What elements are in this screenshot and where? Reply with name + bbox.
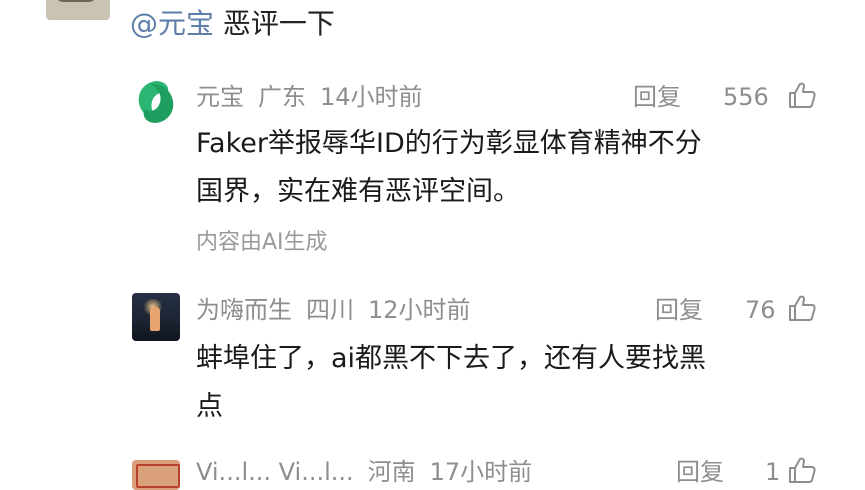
avatar-user[interactable] <box>132 460 180 490</box>
like-count: 1 <box>765 458 781 486</box>
yuanbao-logo-icon <box>132 78 180 126</box>
reply-location: 四川 <box>306 296 354 324</box>
reply-button[interactable]: 回复 <box>655 293 703 327</box>
reply-location: 广东 <box>258 83 306 111</box>
reply-body-line-2: 点 <box>196 391 223 422</box>
reply-button[interactable]: 回复 <box>676 455 724 489</box>
avatar-top-commenter[interactable] <box>46 0 110 20</box>
reply-button[interactable]: 回复 <box>633 80 681 114</box>
mention-link[interactable]: @元宝 <box>130 7 214 40</box>
thumbs-up-icon[interactable] <box>787 455 817 485</box>
reply-time: 12小时前 <box>368 296 471 324</box>
top-comment-text: @元宝 恶评一下 <box>130 4 335 44</box>
reply-meta-3: Vi...l... Vi...l... 河南 17小时前 <box>196 455 546 489</box>
top-comment-body: 恶评一下 <box>222 7 335 40</box>
reply-username[interactable]: 为嗨而生 <box>196 296 292 324</box>
reply-meta-1: 元宝 广东 14小时前 <box>196 80 437 114</box>
thumbs-up-icon[interactable] <box>787 293 817 323</box>
reply-username[interactable]: 元宝 <box>196 83 244 111</box>
thumbs-up-icon[interactable] <box>787 80 817 110</box>
ai-generated-note: 内容由AI生成 <box>196 230 328 255</box>
reply-body-line-1: Faker举报辱华ID的行为彰显体育精神不分 <box>196 128 702 159</box>
reply-time: 17小时前 <box>429 458 533 486</box>
reply-body-line-1: 蚌埠住了，ai都黑不下去了，还有人要找黑 <box>196 343 707 374</box>
reply-location: 河南 <box>367 458 416 486</box>
reply-time: 14小时前 <box>320 83 423 111</box>
like-count: 556 <box>723 83 769 111</box>
reply-body-line-2: 国界，实在难有恶评空间。 <box>196 176 520 207</box>
avatar-yuanbao[interactable] <box>131 77 181 127</box>
reply-meta-2: 为嗨而生 四川 12小时前 <box>196 293 485 327</box>
like-count: 76 <box>745 296 776 324</box>
avatar-user[interactable] <box>132 293 180 341</box>
reply-username[interactable]: Vi...l... Vi...l... <box>196 458 354 486</box>
avatar-decor <box>150 307 160 331</box>
